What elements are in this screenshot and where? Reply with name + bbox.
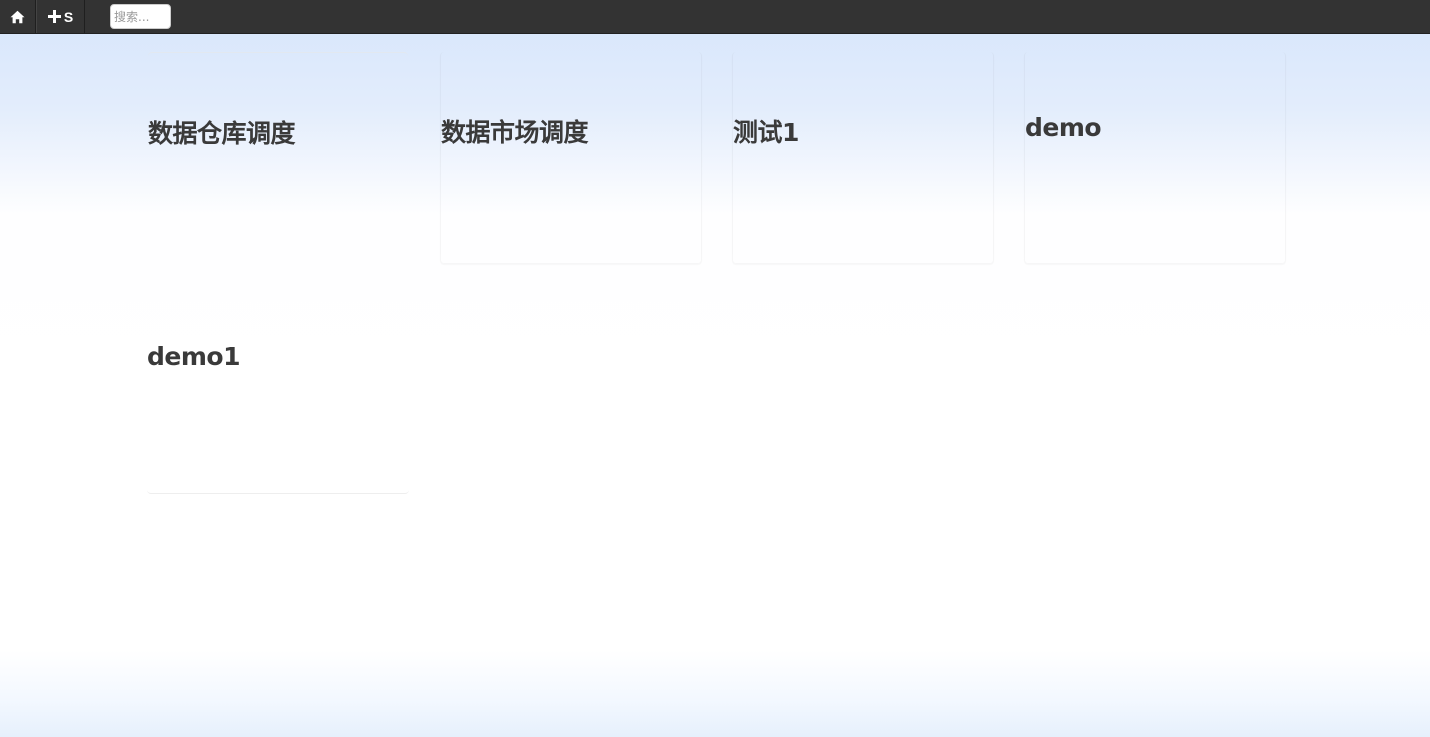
add-button-label: S xyxy=(63,8,74,25)
home-button[interactable] xyxy=(0,0,36,33)
project-title: demo1 xyxy=(147,342,240,371)
project-title: 数据市场调度 xyxy=(441,118,589,147)
project-title: 数据仓库调度 xyxy=(148,119,296,148)
project-tile-demo[interactable]: demo xyxy=(1024,52,1286,264)
project-tile-data-market-schedule[interactable]: 数据市场调度 xyxy=(440,52,702,264)
add-button[interactable]: S xyxy=(36,0,85,33)
plus-icon xyxy=(47,8,61,26)
project-tile-data-warehouse-schedule[interactable]: 数据仓库调度 xyxy=(148,52,408,264)
home-icon xyxy=(10,10,25,23)
project-title: 测试1 xyxy=(733,118,799,147)
top-navbar: S xyxy=(0,0,1430,34)
search-input[interactable] xyxy=(110,4,171,29)
project-title: demo xyxy=(1025,113,1102,142)
project-tile-test1[interactable]: 测试1 xyxy=(732,52,994,264)
project-tile-demo1[interactable]: demo1 xyxy=(147,283,409,494)
